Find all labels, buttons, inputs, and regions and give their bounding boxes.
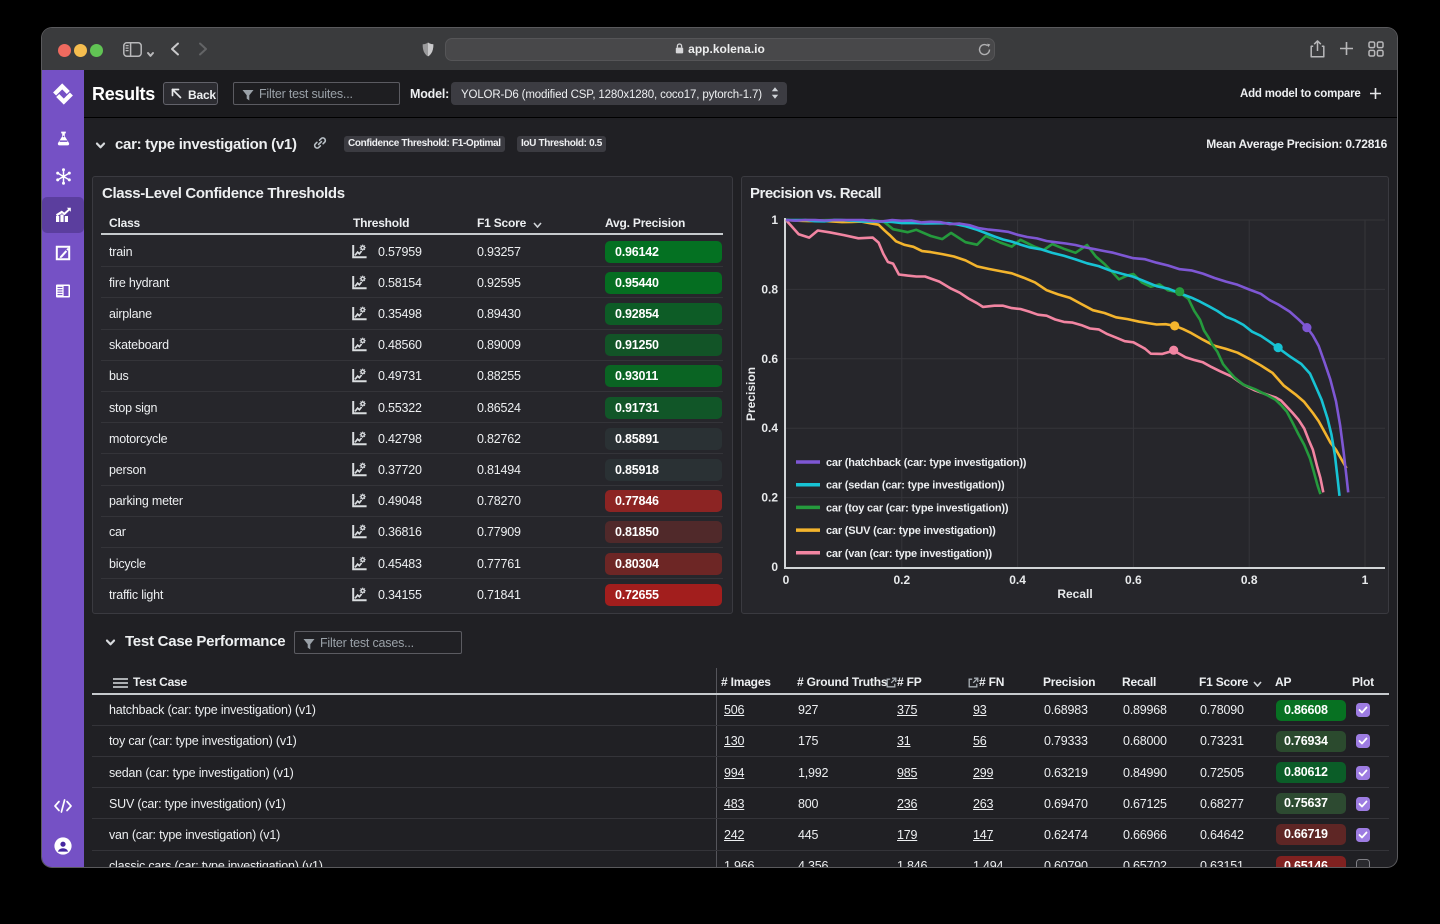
svg-text:0.6: 0.6: [761, 352, 778, 366]
svg-text:car (toy car (car: type invest: car (toy car (car: type investigation)): [826, 502, 1009, 514]
svg-text:0.8: 0.8: [761, 282, 778, 296]
svg-text:0.8: 0.8: [1241, 573, 1258, 587]
svg-text:car (SUV (car: type investigat: car (SUV (car: type investigation)): [826, 525, 996, 537]
svg-text:car (hatchback (car: type inve: car (hatchback (car: type investigation)…: [826, 457, 1027, 469]
svg-text:1: 1: [1362, 573, 1369, 587]
svg-text:Precision: Precision: [744, 367, 758, 421]
svg-text:0.6: 0.6: [1125, 573, 1142, 587]
svg-text:car (sedan (car: type investig: car (sedan (car: type investigation)): [826, 480, 1005, 492]
svg-text:0.4: 0.4: [1009, 573, 1026, 587]
svg-text:0.2: 0.2: [761, 491, 778, 505]
svg-text:car (van (car: type investigat: car (van (car: type investigation)): [826, 548, 993, 560]
svg-text:0.2: 0.2: [893, 573, 910, 587]
svg-text:Recall: Recall: [1057, 587, 1092, 601]
svg-text:0: 0: [783, 573, 790, 587]
svg-text:1: 1: [771, 213, 778, 227]
svg-text:0: 0: [771, 560, 778, 574]
svg-text:0.4: 0.4: [761, 421, 778, 435]
